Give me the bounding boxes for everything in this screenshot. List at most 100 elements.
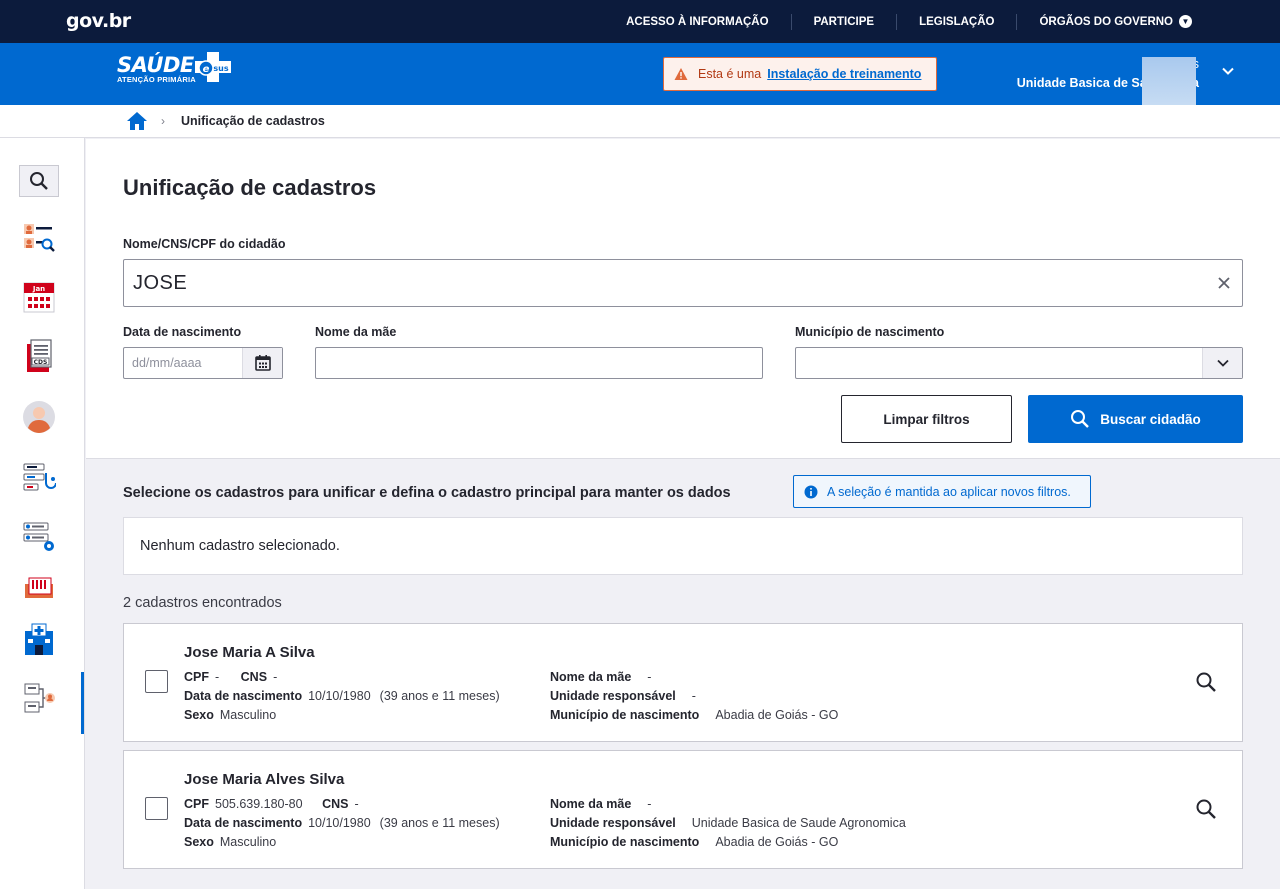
training-text: Esta é uma (698, 67, 762, 81)
search-icon (1071, 410, 1090, 428)
calendar-icon: Jan (23, 282, 55, 313)
brand-subtitle: ATENÇÃO PRIMÁRIA (117, 75, 196, 84)
unit-label: Unidade responsável (550, 816, 676, 830)
citizen-search-icon (24, 224, 55, 252)
search-icon (30, 172, 48, 190)
result-card: Jose Maria A Silva CPF - CNS - Data de nas… (123, 623, 1243, 742)
dob-placeholder: dd/mm/aaaa (132, 356, 202, 370)
search-icon[interactable] (1195, 671, 1217, 693)
cpf-value: - (215, 670, 220, 684)
mother-value: - (647, 670, 652, 684)
search-input[interactable]: JOSE (123, 259, 1243, 307)
city-value: Abadia de Goiás - GO (715, 835, 839, 849)
age-value: (39 anos e 11 meses) (379, 816, 500, 830)
results-count: 2 cadastros encontrados (123, 595, 282, 611)
date-picker-button[interactable] (242, 348, 282, 378)
city-field-label: Município de nascimento (550, 708, 700, 722)
citizen-dob: Data de nascimento 10/10/1980 (39 anos e 1… (184, 689, 500, 703)
gov-link-orgaos[interactable]: ÓRGÃOS DO GOVERNO ▼ (1016, 13, 1214, 30)
sidebar-item-search[interactable] (19, 165, 59, 197)
cds-label: CDS (34, 359, 48, 366)
gov-link-acesso[interactable]: ACESSO À INFORMAÇÃO (604, 14, 790, 30)
training-banner: Esta é uma Instalação de treinamento (663, 57, 937, 91)
settings-list-icon (23, 522, 54, 551)
selection-title: Selecione os cadastros para unificar e d… (123, 485, 731, 501)
mother-name-input[interactable] (315, 347, 763, 379)
search-icon[interactable] (1195, 798, 1217, 820)
selected-records-box: Nenhum cadastro selecionado. (123, 517, 1243, 575)
warning-icon (674, 68, 688, 80)
dob-value: 10/10/1980 (308, 689, 371, 703)
cns-value: - (354, 797, 359, 811)
esus-cross-icon: e sus (195, 52, 231, 82)
chevron-right-icon: › (161, 114, 165, 128)
search-citizen-button[interactable]: Buscar cidadão (1028, 395, 1243, 443)
unit-value: - (691, 689, 696, 703)
citizen-birth-city: Município de nascimento Abadia de Goiás -… (550, 708, 838, 722)
sidebar-active-indicator (81, 672, 84, 734)
user-menu[interactable]: Ig s Unidade Basica de Saude Ag a (969, 55, 1199, 121)
clear-filters-button[interactable]: Limpar filtros (841, 395, 1012, 443)
dob-label: Data de nascimento (123, 325, 242, 339)
citizen-mother: Nome da mãe - (550, 797, 651, 811)
unit-value: Unidade Basica de Saude Agronomica (691, 816, 906, 830)
health-unit-icon (25, 623, 53, 655)
cds-document-icon: CDS (27, 339, 52, 372)
sidebar-item-store[interactable] (19, 568, 59, 608)
search-input-value: JOSE (133, 271, 188, 294)
search-citizen-label: Buscar cidadão (1100, 411, 1201, 427)
sidebar-item-settings[interactable] (19, 516, 59, 556)
gov-top-bar: gov.br ACESSO À INFORMAÇÃO PARTICIPE LEG… (0, 0, 1280, 43)
citizen-name: Jose Maria A Silva (184, 644, 315, 661)
sidebar-item-unify[interactable] (19, 679, 59, 719)
cns-label: CNS (240, 670, 268, 684)
breadcrumb-current: Unificação de cadastros (181, 114, 325, 128)
govbr-logo[interactable]: gov.br (66, 10, 131, 32)
sidebar-item-cds[interactable]: CDS (19, 336, 59, 376)
sidebar-item-clinical[interactable] (19, 458, 59, 498)
mother-field-label: Nome da mãe (550, 670, 632, 684)
dob-field-label: Data de nascimento (184, 689, 303, 703)
saude-esus-logo[interactable]: SAÚDE e sus ATENÇÃO PRIMÁRIA (117, 52, 231, 84)
citizen-dob: Data de nascimento 10/10/1980 (39 anos e 1… (184, 816, 500, 830)
citizen-unit: Unidade responsável Unidade Basica de Sau… (550, 816, 906, 830)
svg-text:sus: sus (213, 64, 228, 73)
dob-input[interactable]: dd/mm/aaaa (123, 347, 283, 379)
cpf-value: 505.639.180-80 (215, 797, 303, 811)
mother-field-label: Nome da mãe (550, 797, 632, 811)
gov-link-participe[interactable]: PARTICIPE (790, 13, 897, 30)
citizen-mother: Nome da mãe - (550, 670, 651, 684)
breadcrumb: › Unificação de cadastros (0, 105, 1280, 138)
citizen-sex: Sexo Masculino (184, 708, 276, 722)
citizen-sex: Sexo Masculino (184, 835, 276, 849)
info-icon (804, 485, 818, 498)
close-icon[interactable] (1216, 275, 1232, 291)
birth-city-select[interactable] (795, 347, 1243, 379)
cns-label: CNS (322, 797, 349, 811)
home-icon[interactable] (126, 111, 148, 131)
gov-link-orgaos-label: ÓRGÃOS DO GOVERNO (1039, 15, 1173, 28)
training-link[interactable]: Instalação de treinamento (767, 67, 921, 81)
cpf-label: CPF (184, 797, 209, 811)
citizen-name: Jose Maria Alves Silva (184, 771, 345, 788)
record-checkbox[interactable] (145, 670, 168, 693)
citizen-birth-city: Município de nascimento Abadia de Goiás -… (550, 835, 838, 849)
city-value: Abadia de Goiás - GO (715, 708, 839, 722)
sidebar-item-citizen-search[interactable] (19, 218, 59, 258)
record-checkbox[interactable] (145, 797, 168, 820)
birth-city-dropdown-toggle[interactable] (1202, 348, 1242, 378)
citizen-docs: CPF - CNS - (184, 670, 277, 684)
cns-value: - (273, 670, 278, 684)
dob-field-label: Data de nascimento (184, 816, 303, 830)
search-label: Nome/CNS/CPF do cidadão (123, 237, 286, 251)
cpf-label: CPF (184, 670, 209, 684)
calendar-icon (254, 355, 271, 371)
gov-nav: ACESSO À INFORMAÇÃO PARTICIPE LEGISLAÇÃO… (604, 0, 1214, 43)
sidebar-item-citizen[interactable] (19, 397, 59, 437)
chevron-down-icon: ▼ (1179, 15, 1192, 28)
calendar-month: Jan (32, 285, 45, 293)
gov-link-legislacao[interactable]: LEGISLAÇÃO (896, 13, 1016, 30)
chevron-down-icon[interactable] (1220, 63, 1236, 79)
sidebar-item-agenda[interactable]: Jan (19, 277, 59, 317)
sidebar-item-health-unit[interactable] (19, 620, 59, 660)
